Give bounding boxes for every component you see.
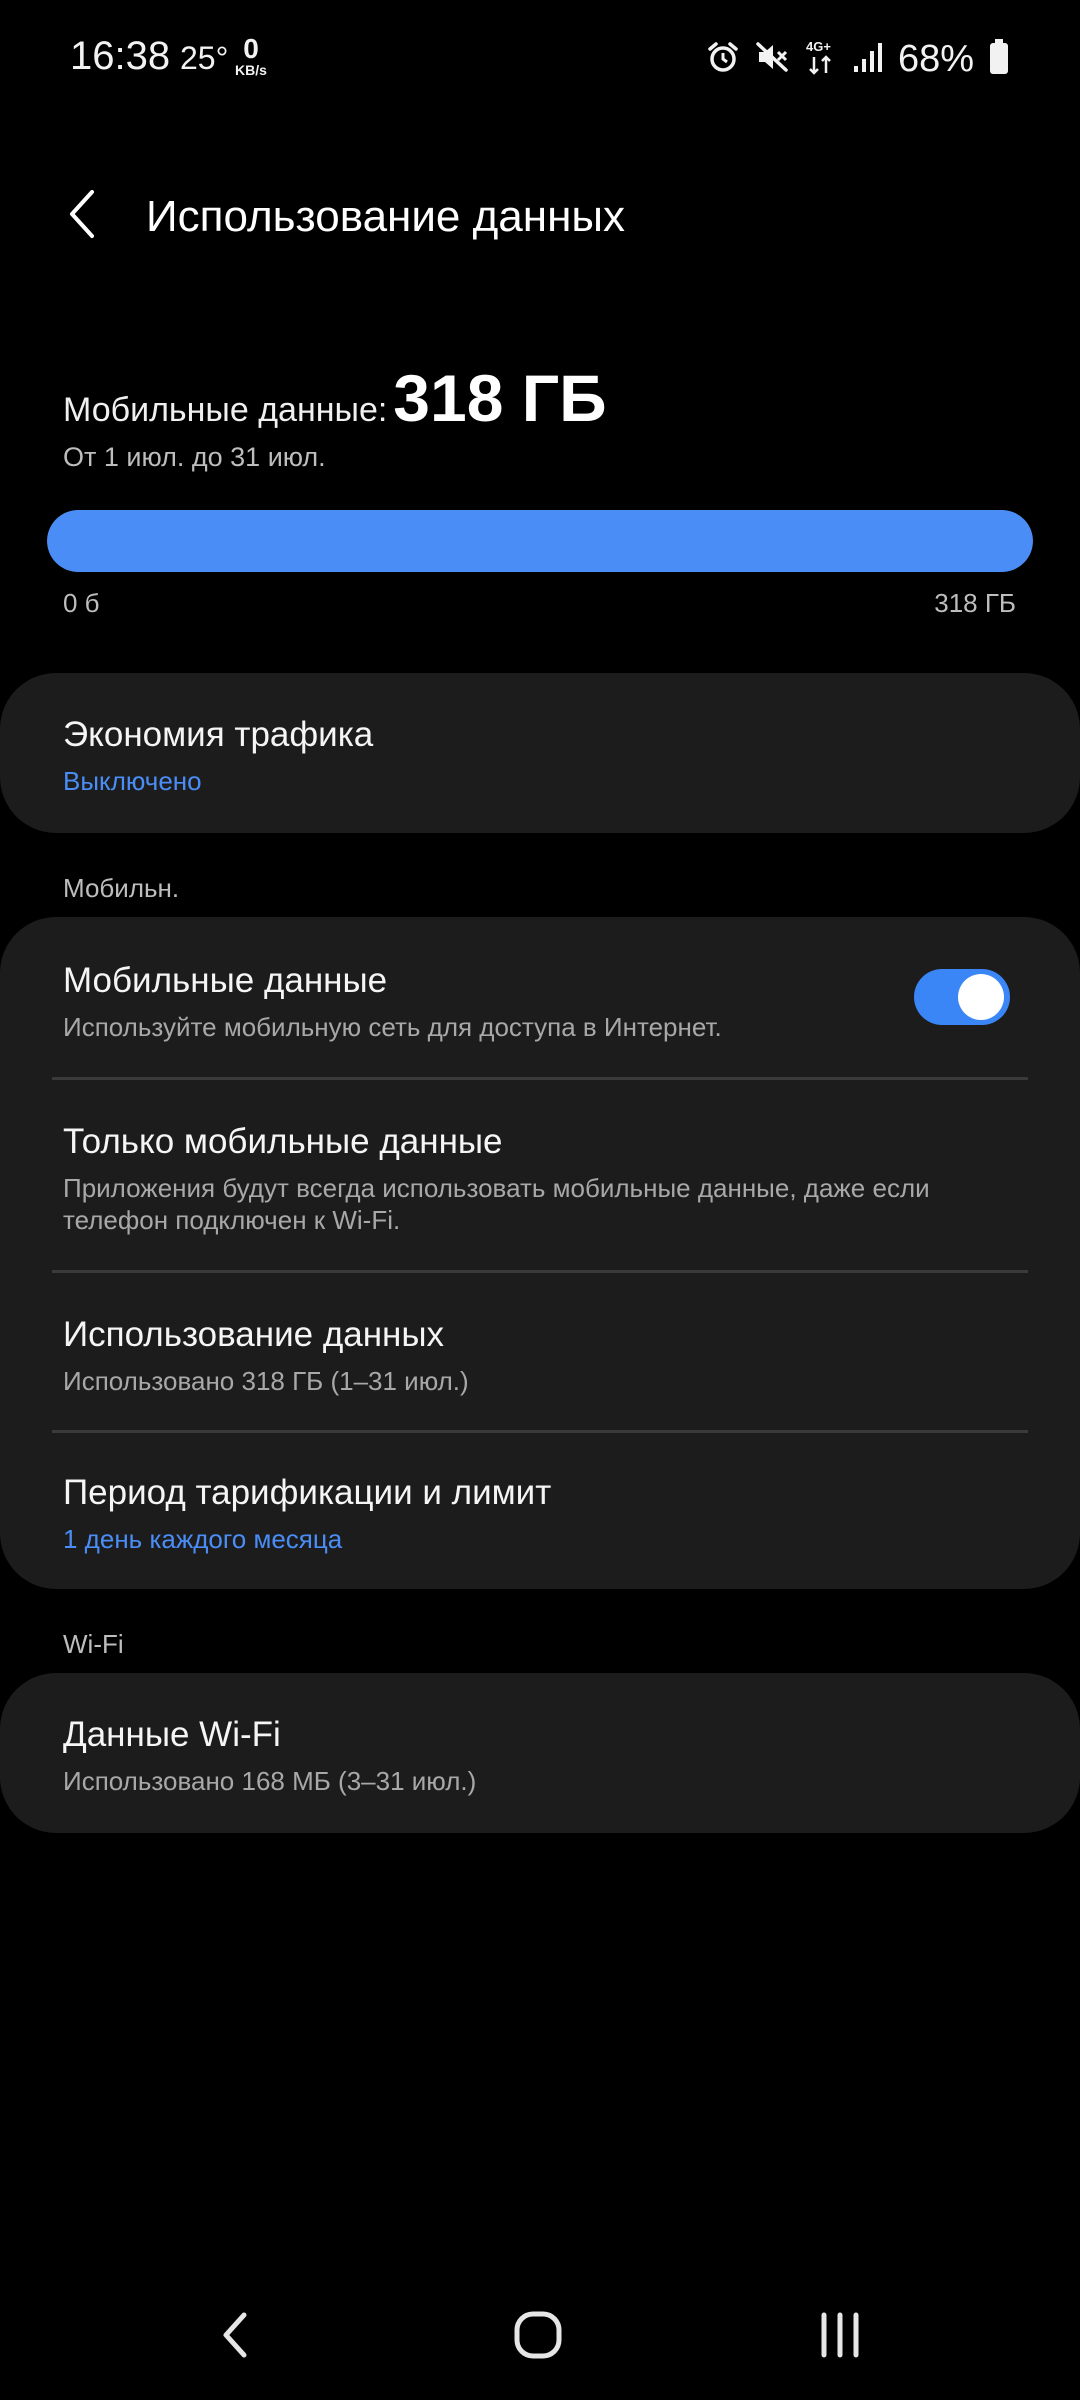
back-nav-icon (223, 2312, 247, 2358)
wifi-data-subtitle: Использовано 168 МБ (3–31 июл.) (63, 1766, 477, 1796)
net-speed-value: 0 (243, 33, 259, 64)
status-bar: 16:38 25° 0 KB/s 4G+ 68% (0, 0, 1080, 120)
usage-period: От 1 июл. до 31 июл. (63, 442, 326, 472)
battery-icon (988, 38, 1010, 81)
mobile-only-subtitle: Приложения будут всегда использовать моб… (63, 1173, 930, 1235)
mobile-only-item[interactable]: Только мобильные данные Приложения будут… (0, 1080, 1080, 1270)
usage-value: 318 ГБ (393, 361, 607, 435)
nav-home-button[interactable] (498, 2300, 578, 2370)
usage-progress-fill (47, 510, 1033, 572)
mobile-only-title: Только мобильные данные (63, 1122, 503, 1161)
usage-summary: Мобильные данные: 318 ГБ От 1 июл. до 31… (63, 360, 1023, 473)
toggle-knob (958, 974, 1004, 1020)
billing-cycle-item[interactable]: Период тарификации и лимит 1 день каждог… (0, 1433, 1080, 1583)
usage-bar-min-label: 0 б (63, 588, 100, 618)
alarm-icon (706, 40, 740, 79)
mobile-data-arrows-icon: 4G+ (804, 37, 838, 82)
mobile-settings-card: Мобильные данные Используйте мобильную с… (0, 917, 1080, 1589)
data-usage-title: Использование данных (63, 1315, 445, 1354)
wifi-data-item[interactable]: Данные Wi-Fi Использовано 168 МБ (3–31 и… (0, 1673, 1080, 1797)
section-label-wifi: Wi-Fi (63, 1629, 124, 1659)
chevron-left-icon (70, 190, 94, 238)
data-saver-title: Экономия трафика (63, 715, 374, 754)
usage-bar-max-label: 318 ГБ (934, 588, 1016, 618)
section-label-mobile: Мобильн. (63, 873, 180, 903)
data-saver-status: Выключено (63, 766, 202, 796)
mobile-data-item[interactable]: Мобильные данные Используйте мобильную с… (0, 917, 1080, 1077)
nav-recents-button[interactable] (800, 2300, 880, 2370)
page-title: Использование данных (146, 192, 625, 241)
net-speed-unit: KB/s (235, 62, 267, 78)
status-temperature: 25° (180, 40, 229, 76)
mobile-data-title: Мобильные данные (63, 961, 388, 1000)
status-net-speed: 0 KB/s (226, 33, 276, 79)
network-type-label: 4G+ (806, 39, 831, 54)
data-usage-item[interactable]: Использование данных Использовано 318 ГБ… (0, 1273, 1080, 1430)
data-saver-card: Экономия трафика Выключено (0, 673, 1080, 833)
usage-progress-bar (47, 510, 1033, 572)
battery-percent: 68% (897, 37, 974, 80)
billing-cycle-title: Период тарификации и лимит (63, 1473, 552, 1512)
home-nav-icon (514, 2311, 562, 2359)
vibrate-mute-icon (754, 40, 790, 79)
recents-nav-icon (821, 2312, 859, 2358)
data-saver-item[interactable]: Экономия трафика Выключено (0, 673, 1080, 797)
system-nav-bar (0, 2280, 1080, 2390)
mobile-data-toggle[interactable] (914, 969, 1010, 1025)
back-button[interactable] (50, 182, 114, 246)
app-bar: Использование данных (0, 170, 1080, 260)
usage-label: Мобильные данные: (63, 391, 388, 429)
billing-cycle-subtitle: 1 день каждого месяца (63, 1524, 343, 1554)
status-time: 16:38 (70, 34, 171, 78)
status-icons: 4G+ 68% (706, 34, 1010, 84)
mobile-data-subtitle: Используйте мобильную сеть для доступа в… (63, 1012, 722, 1042)
wifi-settings-card: Данные Wi-Fi Использовано 168 МБ (3–31 и… (0, 1673, 1080, 1833)
signal-icon (852, 40, 884, 79)
wifi-data-title: Данные Wi-Fi (63, 1715, 281, 1754)
data-usage-subtitle: Использовано 318 ГБ (1–31 июл.) (63, 1366, 469, 1396)
nav-back-button[interactable] (196, 2300, 276, 2370)
